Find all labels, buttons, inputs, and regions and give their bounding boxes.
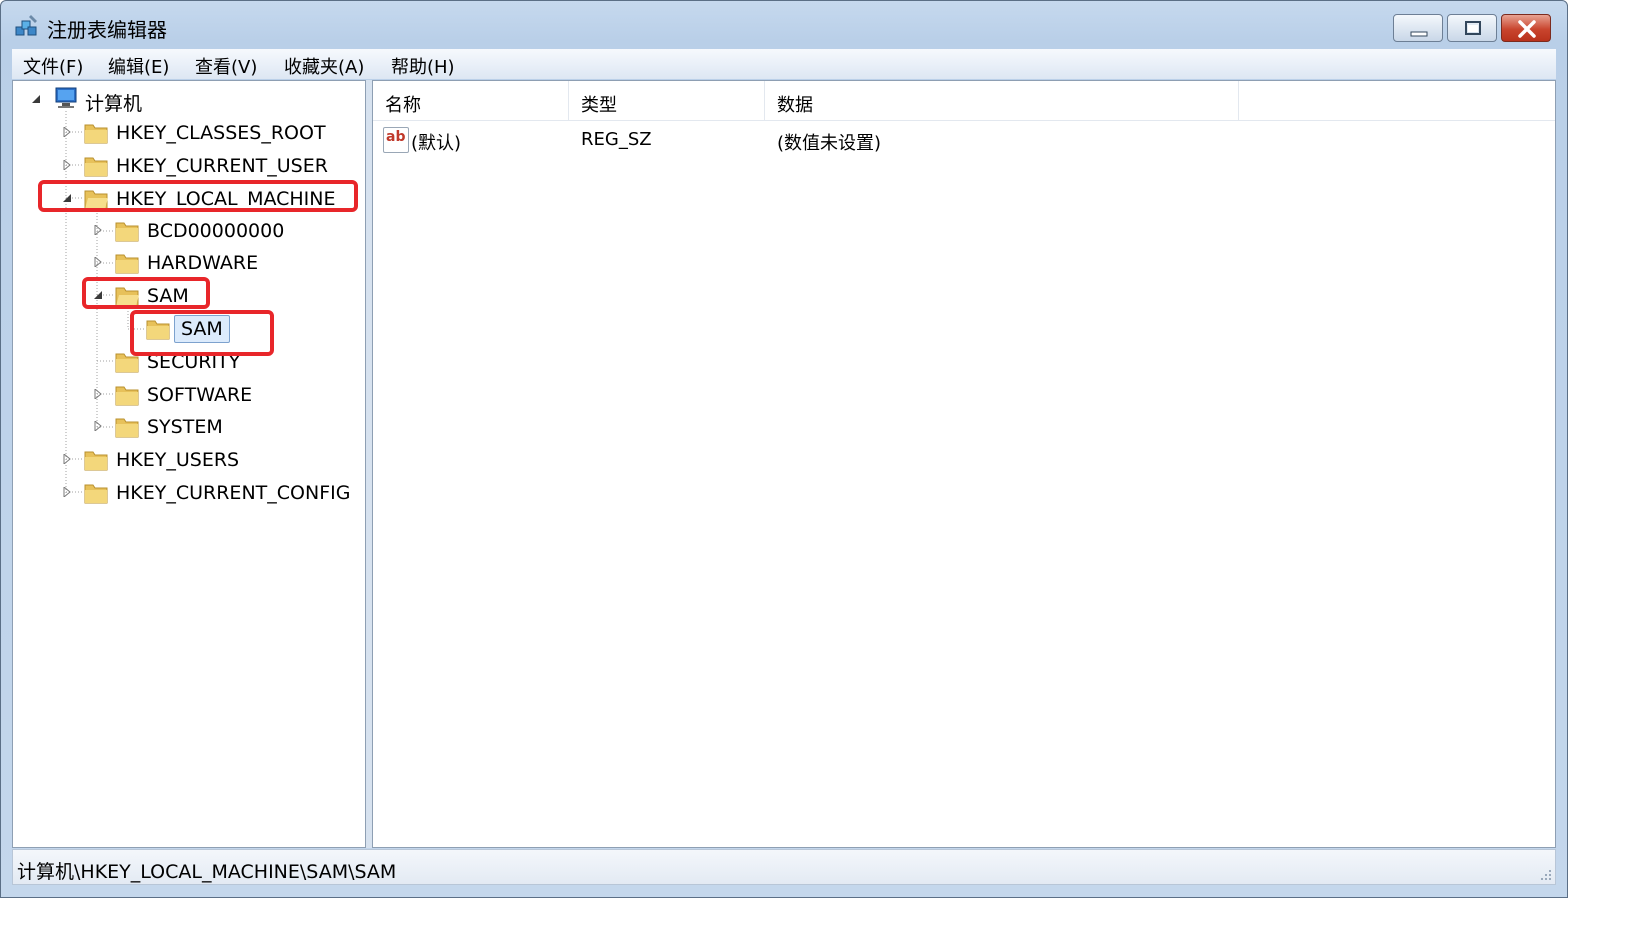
restore-icon: [1465, 21, 1481, 35]
values-list-pane[interactable]: 名称 类型 数据 ab (默认) REG_SZ (数值未设置): [372, 80, 1556, 848]
tree-pane[interactable]: 计算机 HKEY_CLASSES_ROOT HKEY_CURRENT_USER …: [12, 80, 366, 848]
expand-arrow-icon[interactable]: [62, 487, 72, 497]
tree-label-selected: SAM: [174, 315, 230, 343]
tree-node-hardware[interactable]: HARDWARE: [89, 248, 349, 278]
tree-label: SAM: [147, 285, 189, 307]
expand-arrow-icon[interactable]: [62, 160, 72, 170]
status-bar: 计算机\HKEY_LOCAL_MACHINE\SAM\SAM: [12, 849, 1556, 885]
tree-label: HKEY_USERS: [116, 449, 240, 471]
tree-node-hkey-current-user[interactable]: HKEY_CURRENT_USER: [58, 151, 358, 181]
menu-file[interactable]: 文件(F): [23, 53, 83, 79]
list-column-header: 名称 类型 数据: [373, 81, 1555, 121]
computer-icon: [55, 87, 77, 108]
tree-node-software[interactable]: SOFTWARE: [89, 380, 349, 410]
menu-help[interactable]: 帮助(H): [391, 53, 455, 79]
expand-arrow-icon[interactable]: [62, 127, 72, 137]
expand-arrow-icon[interactable]: [93, 257, 103, 267]
folder-icon: [115, 353, 139, 373]
tree-label: 计算机: [85, 93, 143, 115]
tree-node-sam-sam[interactable]: SAM: [120, 314, 320, 344]
tree-node-hkey-users[interactable]: HKEY_USERS: [58, 445, 358, 475]
tree-label: HKEY_CLASSES_ROOT: [116, 122, 326, 144]
folder-icon: [84, 124, 108, 144]
folder-icon: [146, 320, 170, 340]
value-data: (数值未设置): [777, 133, 882, 154]
expand-arrow-icon[interactable]: [62, 454, 72, 464]
resize-grip-icon[interactable]: [1539, 868, 1553, 882]
open-folder-icon: [115, 287, 139, 307]
registry-editor-icon: [15, 15, 37, 36]
window-title: 注册表编辑器: [47, 18, 167, 42]
status-path: 计算机\HKEY_LOCAL_MACHINE\SAM\SAM: [17, 861, 397, 883]
close-button[interactable]: [1501, 14, 1551, 42]
minimize-button[interactable]: [1393, 14, 1443, 42]
folder-icon: [115, 386, 139, 406]
folder-icon: [84, 451, 108, 471]
folder-icon: [115, 254, 139, 274]
tree-label: SYSTEM: [147, 416, 223, 438]
collapse-arrow-icon[interactable]: [31, 94, 41, 104]
close-icon: [1518, 20, 1536, 38]
collapse-arrow-icon[interactable]: [62, 193, 72, 203]
column-header-data[interactable]: 数据: [765, 81, 1239, 121]
tree-label: HKEY_CURRENT_CONFIG: [116, 482, 351, 504]
folder-icon: [84, 157, 108, 177]
tree-node-sam[interactable]: SAM: [89, 281, 289, 311]
regedit-window: 注册表编辑器 文件(F) 编辑(E) 查看(V) 收藏夹(A) 帮助(H) 计算…: [0, 0, 1568, 898]
tree-label: SOFTWARE: [147, 384, 253, 406]
maximize-button[interactable]: [1447, 14, 1497, 42]
menu-edit[interactable]: 编辑(E): [108, 53, 169, 79]
tree-label: HKEY_CURRENT_USER: [116, 155, 328, 177]
tree-node-security[interactable]: SECURITY: [89, 347, 349, 377]
tree-label: HKEY_LOCAL_MACHINE: [116, 188, 336, 210]
value-name: (默认): [411, 133, 462, 154]
open-folder-icon: [84, 190, 108, 210]
tree-label: SECURITY: [147, 351, 241, 373]
column-header-name[interactable]: 名称: [373, 81, 569, 121]
menu-view[interactable]: 查看(V): [195, 53, 257, 79]
title-bar[interactable]: 注册表编辑器: [1, 1, 1567, 49]
tree-label: HARDWARE: [147, 252, 259, 274]
menu-favorites[interactable]: 收藏夹(A): [284, 53, 364, 79]
tree-node-hkey-local-machine[interactable]: HKEY_LOCAL_MACHINE: [58, 184, 358, 214]
expand-arrow-icon[interactable]: [93, 225, 103, 235]
folder-icon: [115, 418, 139, 438]
tree-node-bcd[interactable]: BCD00000000: [89, 216, 349, 246]
expand-arrow-icon[interactable]: [93, 421, 103, 431]
tree-label: BCD00000000: [147, 220, 285, 242]
tree-node-system[interactable]: SYSTEM: [89, 412, 349, 442]
string-value-icon: ab: [383, 127, 409, 153]
tree-node-computer[interactable]: 计算机: [27, 85, 227, 115]
expand-arrow-icon[interactable]: [93, 389, 103, 399]
minimize-icon: [1410, 31, 1428, 37]
column-header-type[interactable]: 类型: [569, 81, 765, 121]
menu-bar: 文件(F) 编辑(E) 查看(V) 收藏夹(A) 帮助(H): [12, 49, 1556, 79]
value-type: REG_SZ: [581, 129, 652, 150]
value-row[interactable]: ab (默认) REG_SZ (数值未设置): [373, 123, 1555, 157]
tree-node-hkey-current-config[interactable]: HKEY_CURRENT_CONFIG: [58, 478, 363, 508]
folder-icon: [115, 222, 139, 242]
tree-node-hkey-classes-root[interactable]: HKEY_CLASSES_ROOT: [58, 118, 358, 148]
collapse-arrow-icon[interactable]: [93, 290, 103, 300]
folder-icon: [84, 484, 108, 504]
